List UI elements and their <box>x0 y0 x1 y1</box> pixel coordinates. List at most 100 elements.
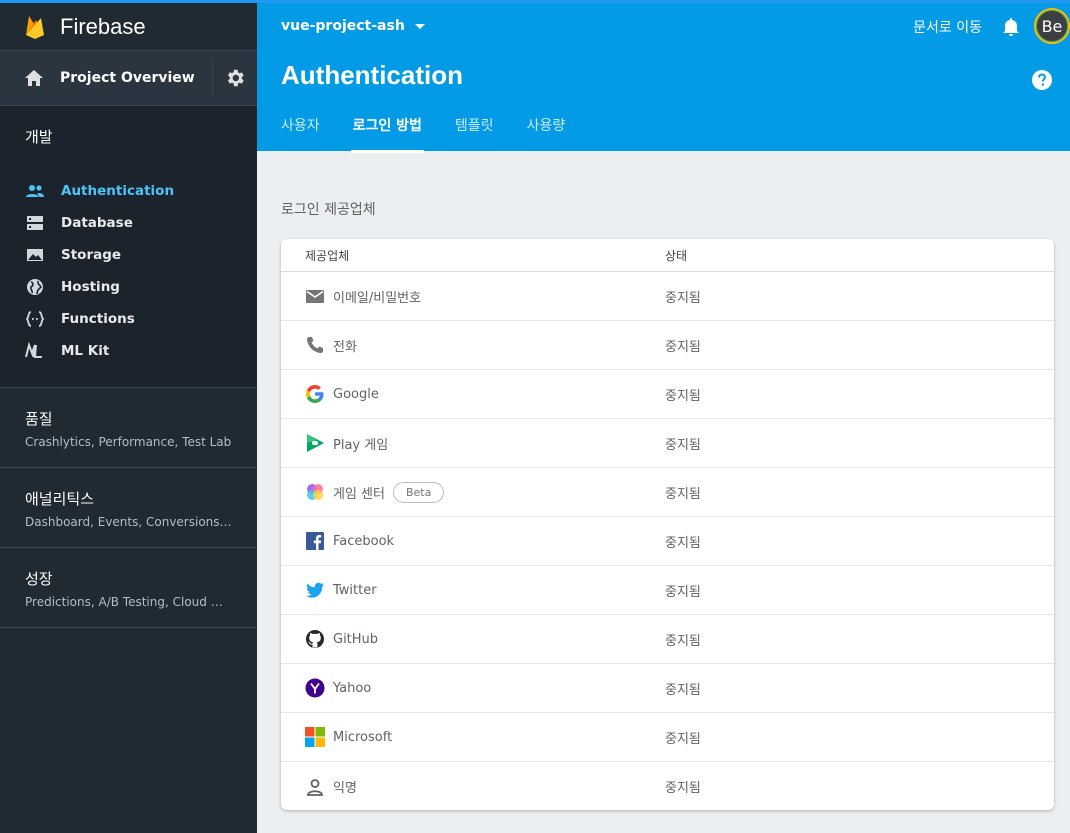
firebase-logo-icon <box>26 15 44 39</box>
table-row[interactable]: Play 게임 중지됨 <box>281 419 1054 468</box>
section-label: 로그인 제공업체 <box>281 202 376 218</box>
home-icon <box>25 70 43 86</box>
provider-name: 이메일/비밀번호 <box>333 290 422 306</box>
avatar[interactable]: Be <box>1034 8 1070 44</box>
sidebar-item-label: Functions <box>61 311 135 327</box>
sidebar-item-functions[interactable]: Functions <box>0 303 257 335</box>
sidebar: Firebase Project Overview 개발 Authenticat… <box>0 0 257 833</box>
provider-name: 전화 <box>333 339 357 355</box>
group-title: 성장 <box>25 570 53 588</box>
status-badge: 중지됨 <box>665 535 701 551</box>
sidebar-item-label: Storage <box>61 247 122 263</box>
project-name: vue-project-ash <box>281 18 405 34</box>
project-selector[interactable]: vue-project-ash <box>281 18 425 34</box>
brand-name: Firebase <box>60 13 146 39</box>
group-subtitle: Crashlytics, Performance, Test Lab <box>25 435 232 449</box>
table-row[interactable]: Facebook 중지됨 <box>281 517 1054 566</box>
sidebar-item-ml-kit[interactable]: ML Kit <box>0 335 257 367</box>
github-icon <box>305 629 325 649</box>
play-games-icon <box>305 433 325 453</box>
provider-name: GitHub <box>333 631 379 647</box>
tabs: 사용자 로그인 방법 템플릿 사용량 <box>281 115 598 153</box>
sidebar-group-grow[interactable]: 성장 Predictions, A/B Testing, Cloud Mes..… <box>0 548 257 628</box>
sidebar-item-label: Authentication <box>61 183 175 199</box>
table-row[interactable]: 게임 센터 Beta 중지됨 <box>281 468 1054 517</box>
provider-name: Twitter <box>333 582 377 598</box>
tab-users[interactable]: 사용자 <box>281 115 320 151</box>
docs-link[interactable]: 문서로 이동 <box>913 17 982 37</box>
develop-section: 개발 Authentication Database Storage Hosti… <box>0 106 257 388</box>
divider <box>212 61 213 95</box>
sidebar-item-label: Hosting <box>61 279 120 295</box>
status-badge: 중지됨 <box>665 633 701 649</box>
status-badge: 중지됨 <box>665 486 701 502</box>
help-icon[interactable] <box>1031 69 1053 91</box>
group-title: 애널리틱스 <box>25 490 95 508</box>
twitter-icon <box>305 580 325 600</box>
page-title: Authentication <box>281 60 463 90</box>
functions-icon <box>25 309 45 329</box>
bell-icon[interactable] <box>1000 16 1022 38</box>
chevron-down-icon <box>414 23 425 29</box>
phone-icon <box>305 335 325 355</box>
sidebar-item-database[interactable]: Database <box>0 207 257 239</box>
group-subtitle: Predictions, A/B Testing, Cloud Mes... <box>25 595 232 609</box>
status-badge: 중지됨 <box>665 437 701 453</box>
provider-name: Google <box>333 386 379 402</box>
status-badge: 중지됨 <box>665 339 701 355</box>
sidebar-item-authentication[interactable]: Authentication <box>0 175 257 207</box>
column-provider: 제공업체 <box>305 248 350 263</box>
table-row[interactable]: GitHub 중지됨 <box>281 615 1054 664</box>
status-badge: 중지됨 <box>665 584 701 600</box>
sidebar-item-hosting[interactable]: Hosting <box>0 271 257 303</box>
develop-title: 개발 <box>25 128 53 146</box>
provider-name: Yahoo <box>333 680 372 696</box>
provider-name: 게임 센터 <box>333 486 385 502</box>
ml-kit-icon <box>25 341 45 361</box>
sidebar-item-label: ML Kit <box>61 343 110 359</box>
group-title: 품질 <box>25 410 53 428</box>
status-badge: 중지됨 <box>665 731 701 747</box>
provider-name: Facebook <box>333 533 395 549</box>
brand[interactable]: Firebase <box>0 3 257 51</box>
beta-badge: Beta <box>392 481 445 503</box>
tab-usage[interactable]: 사용량 <box>527 115 566 151</box>
image-icon <box>25 245 45 265</box>
sidebar-item-storage[interactable]: Storage <box>0 239 257 271</box>
sidebar-item-label: Database <box>61 215 133 231</box>
email-icon <box>305 286 325 306</box>
tab-templates[interactable]: 템플릿 <box>455 115 494 151</box>
provider-name: Microsoft <box>333 729 393 745</box>
globe-icon <box>25 277 45 297</box>
providers-table: 제공업체 상태 이메일/비밀번호 중지됨 전화 중지됨 Google 중지됨 P… <box>281 239 1054 810</box>
project-overview[interactable]: Project Overview <box>0 51 257 106</box>
provider-name: 익명 <box>333 781 357 796</box>
people-icon <box>25 181 45 201</box>
table-row[interactable]: 익명 중지됨 <box>281 762 1054 810</box>
facebook-icon <box>305 531 325 551</box>
sidebar-group-quality[interactable]: 품질 Crashlytics, Performance, Test Lab <box>0 388 257 468</box>
status-badge: 중지됨 <box>665 290 701 306</box>
table-row[interactable]: Yahoo 중지됨 <box>281 664 1054 713</box>
group-subtitle: Dashboard, Events, Conversions, Au... <box>25 515 232 529</box>
status-badge: 중지됨 <box>665 682 701 698</box>
column-status: 상태 <box>665 248 688 263</box>
table-row[interactable]: Google 중지됨 <box>281 370 1054 419</box>
table-row[interactable]: 이메일/비밀번호 중지됨 <box>281 272 1054 321</box>
table-row[interactable]: Microsoft 중지됨 <box>281 713 1054 762</box>
yahoo-icon <box>305 678 325 698</box>
tab-sign-in-method[interactable]: 로그인 방법 <box>350 115 425 153</box>
table-row[interactable]: Twitter 중지됨 <box>281 566 1054 615</box>
provider-name: Play 게임 <box>333 437 389 453</box>
gear-icon[interactable] <box>224 67 246 89</box>
game-center-icon <box>305 482 325 502</box>
anonymous-icon <box>305 777 325 797</box>
table-row[interactable]: 전화 중지됨 <box>281 321 1054 370</box>
project-overview-label: Project Overview <box>60 70 195 86</box>
database-icon <box>25 213 45 233</box>
microsoft-icon <box>305 727 325 747</box>
table-header: 제공업체 상태 <box>281 239 1054 272</box>
status-badge: 중지됨 <box>665 388 701 404</box>
status-badge: 중지됨 <box>665 781 701 796</box>
sidebar-group-analytics[interactable]: 애널리틱스 Dashboard, Events, Conversions, Au… <box>0 468 257 548</box>
